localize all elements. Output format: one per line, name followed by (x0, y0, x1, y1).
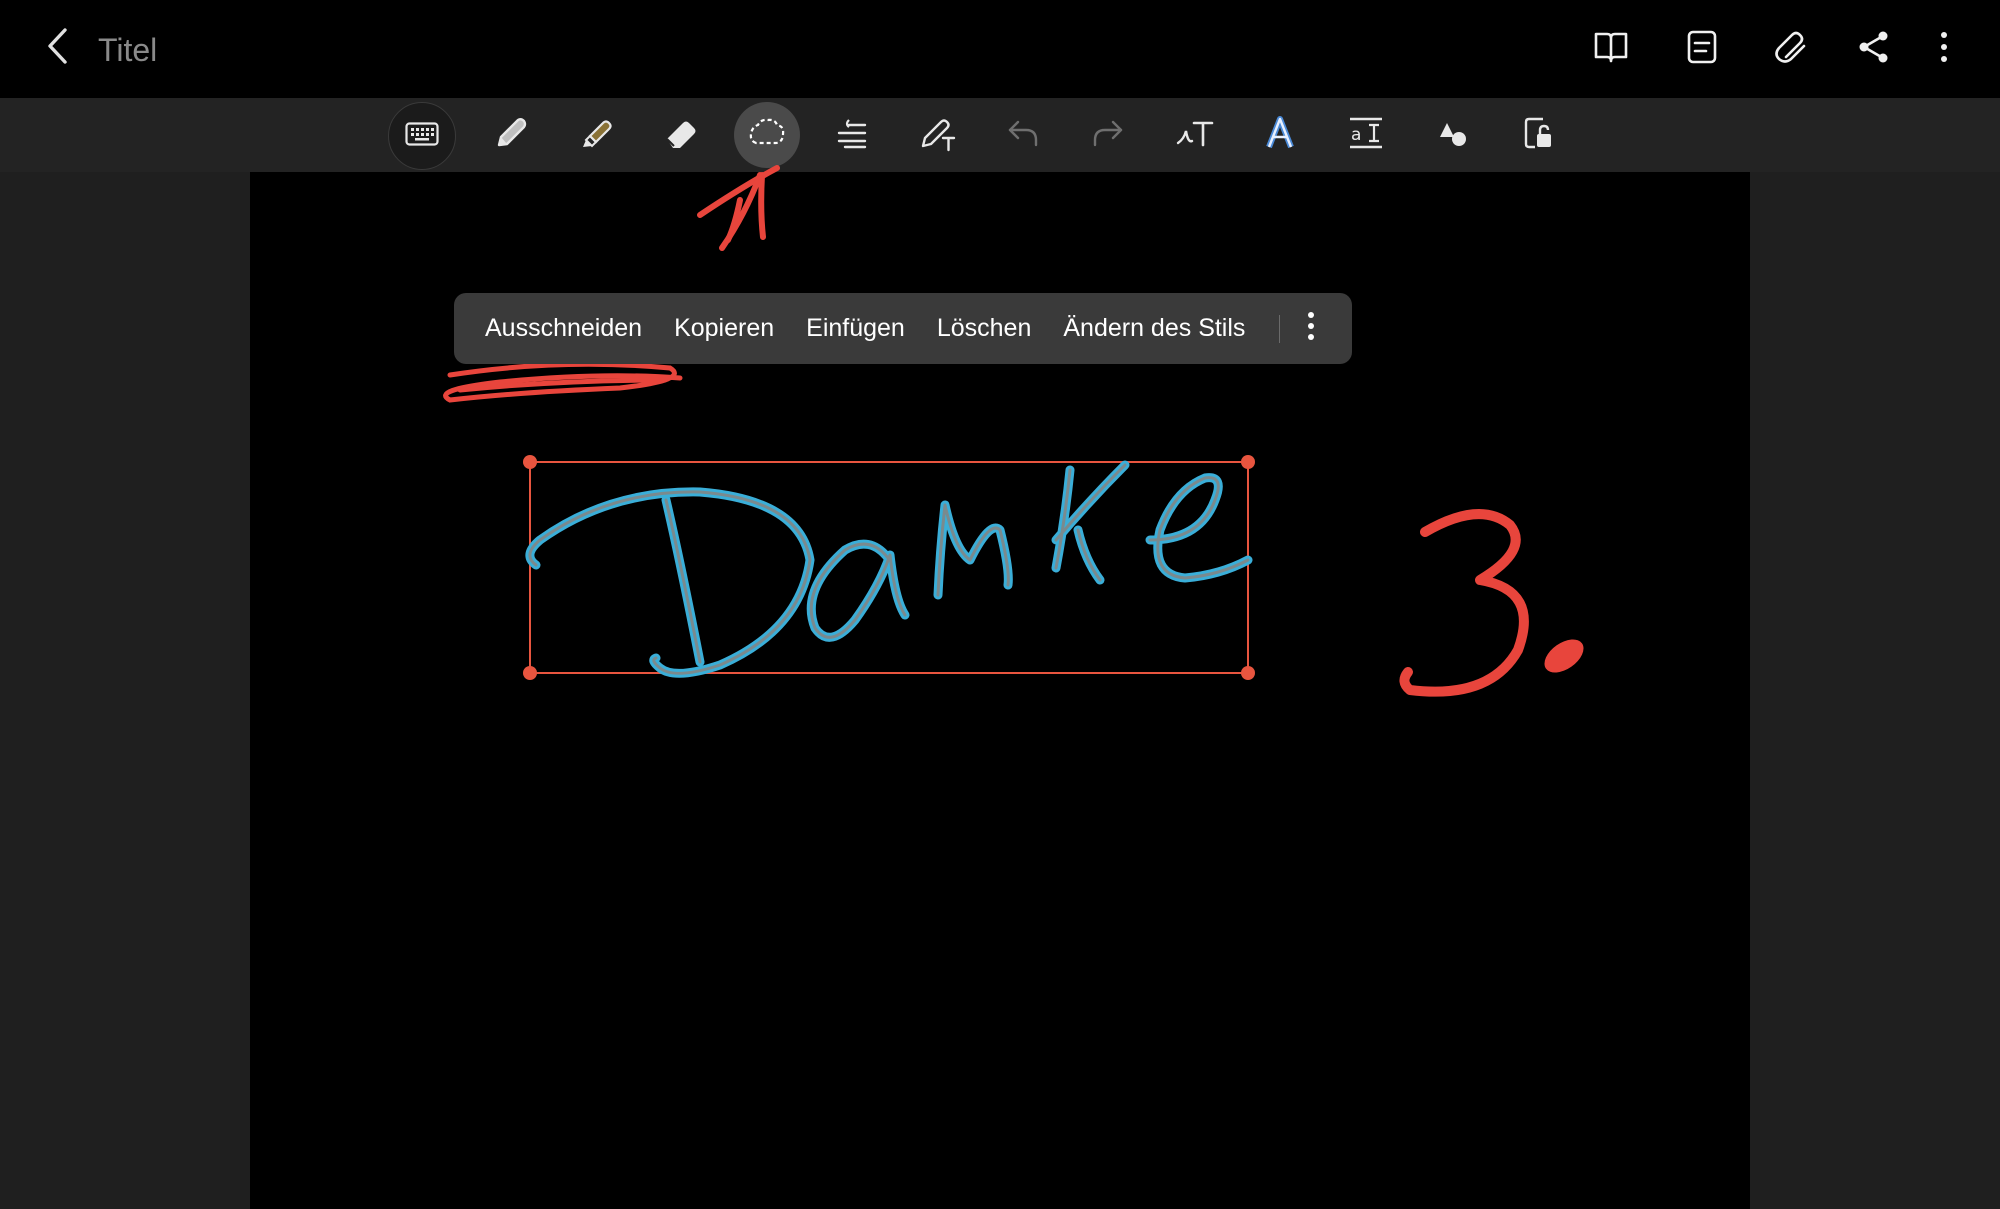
copy-button[interactable]: Kopieren (658, 293, 790, 364)
share-button[interactable] (1847, 22, 1901, 76)
paste-button[interactable]: Einfügen (790, 293, 921, 364)
share-icon (1857, 30, 1891, 69)
page-view-button[interactable] (1675, 22, 1729, 76)
text-size-icon: a (1348, 116, 1384, 155)
text-style-icon (1263, 115, 1297, 155)
drawing-toolbar: a (0, 98, 2000, 173)
change-style-button[interactable]: Ändern des Stils (1047, 293, 1261, 364)
svg-text:a: a (1351, 125, 1361, 145)
book-icon (1593, 30, 1629, 69)
text-align-tool[interactable] (819, 102, 885, 168)
undo-button[interactable] (990, 102, 1056, 168)
menu-more-button[interactable] (1280, 293, 1342, 364)
keyboard-button[interactable] (388, 102, 456, 170)
undo-icon (1006, 118, 1040, 153)
more-options-button[interactable] (1917, 22, 1971, 76)
more-vertical-icon (1306, 311, 1316, 346)
redo-icon (1091, 118, 1125, 153)
lock-icon (1523, 116, 1555, 155)
document-icon (1686, 30, 1718, 69)
pen-tool[interactable] (478, 102, 544, 168)
lasso-select-tool[interactable] (734, 102, 800, 168)
lasso-select-icon (748, 117, 786, 154)
pen-text-icon (919, 114, 957, 157)
reading-mode-button-2[interactable] (1584, 22, 1638, 76)
attach-button[interactable] (1764, 22, 1818, 76)
handwriting-to-text-icon (1176, 117, 1214, 154)
text-size-tool[interactable]: a (1333, 102, 1399, 168)
handwriting-to-text-tool[interactable] (1162, 102, 1228, 168)
pen-to-text-tool[interactable] (905, 102, 971, 168)
eraser-tool[interactable] (648, 102, 714, 168)
highlighter-icon (578, 115, 614, 156)
redo-button[interactable] (1075, 102, 1141, 168)
more-vertical-icon (1939, 31, 1949, 68)
lock-tool[interactable] (1506, 102, 1572, 168)
selection-context-menu: Ausschneiden Kopieren Einfügen Löschen Ä… (454, 293, 1352, 364)
shapes-tool[interactable] (1420, 102, 1486, 168)
eraser-icon (663, 115, 699, 156)
paperclip-icon (1773, 29, 1809, 70)
shapes-icon (1436, 117, 1470, 154)
pen-icon (493, 115, 529, 156)
highlighter-tool[interactable] (563, 102, 629, 168)
cut-button[interactable]: Ausschneiden (454, 293, 658, 364)
text-style-tool[interactable] (1247, 102, 1313, 168)
text-align-icon (835, 117, 869, 154)
keyboard-icon (405, 121, 439, 151)
top-action-group (0, 22, 2000, 76)
delete-button[interactable]: Löschen (921, 293, 1048, 364)
